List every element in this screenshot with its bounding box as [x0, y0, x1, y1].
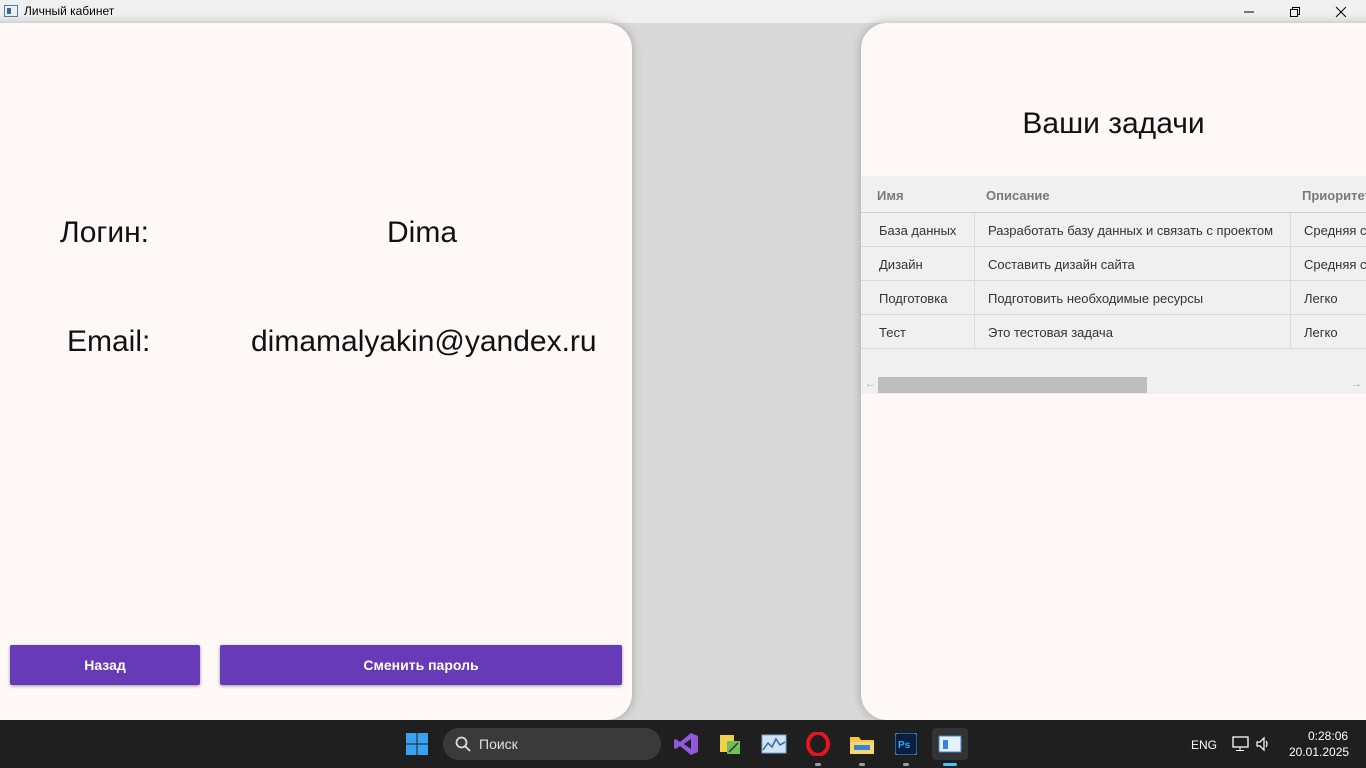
folder-icon	[850, 737, 874, 754]
minimize-icon	[1244, 11, 1254, 12]
running-indicator	[815, 763, 821, 766]
cell-divider	[1290, 281, 1291, 315]
windows-icon	[406, 733, 428, 755]
cell-divider	[1290, 315, 1291, 349]
running-indicator	[859, 763, 865, 766]
window-titlebar: Личный кабинет	[0, 0, 1366, 23]
close-icon	[1335, 6, 1347, 17]
scrollbar-thumb[interactable]	[878, 377, 1147, 393]
opera-icon	[806, 732, 830, 756]
performance-monitor-icon	[761, 734, 787, 754]
taskbar-editor-app[interactable]	[714, 728, 746, 760]
restore-button[interactable]	[1272, 0, 1318, 23]
table-row[interactable]: Тест Это тестовая задача Легко	[861, 315, 1366, 349]
svg-text:Ps: Ps	[898, 740, 911, 751]
table-header: Имя Описание Приоритет	[861, 176, 1366, 213]
cell-divider	[974, 213, 975, 247]
minimize-button[interactable]	[1226, 0, 1272, 23]
column-header-name[interactable]: Имя	[877, 188, 904, 203]
start-button[interactable]	[401, 728, 433, 760]
photoshop-icon: Ps	[895, 733, 917, 755]
network-icon[interactable]	[1232, 736, 1250, 752]
tasks-table: Имя Описание Приоритет База данных Разра…	[861, 176, 1366, 394]
language-indicator[interactable]: ENG	[1191, 738, 1217, 752]
cell-divider	[974, 281, 975, 315]
taskbar-current-app[interactable]	[932, 728, 968, 766]
email-value: dimamalyakin@yandex.ru	[251, 325, 597, 358]
volume-icon[interactable]	[1256, 736, 1272, 752]
close-button[interactable]	[1318, 0, 1364, 23]
task-name: Подготовка	[879, 291, 948, 306]
clock-date[interactable]: 20.01.2025	[1289, 745, 1349, 759]
back-button[interactable]: Назад	[10, 645, 200, 685]
table-row[interactable]: Дизайн Составить дизайн сайта Средняя сл	[861, 247, 1366, 281]
restore-icon	[1290, 6, 1300, 17]
search-placeholder: Поиск	[479, 736, 518, 752]
task-name: Тест	[879, 325, 906, 340]
cell-divider	[974, 315, 975, 349]
scroll-right-icon[interactable]: →	[1351, 378, 1362, 390]
change-password-button[interactable]: Сменить пароль	[220, 645, 622, 685]
active-indicator	[943, 763, 957, 766]
taskbar-opera[interactable]	[802, 728, 834, 766]
scroll-left-icon[interactable]: ←	[865, 378, 876, 390]
task-priority: Легко	[1304, 291, 1338, 306]
task-description: Это тестовая задача	[988, 325, 1113, 340]
taskbar-file-explorer[interactable]	[846, 728, 878, 766]
cell-divider	[1290, 213, 1291, 247]
search-icon	[455, 736, 471, 752]
tasks-title: Ваши задачи	[1022, 107, 1205, 140]
column-header-priority[interactable]: Приоритет	[1302, 188, 1366, 203]
running-indicator	[903, 763, 909, 766]
table-row[interactable]: База данных Разработать базу данных и св…	[861, 213, 1366, 247]
task-priority: Легко	[1304, 325, 1338, 340]
taskbar-search[interactable]: Поиск	[443, 728, 661, 760]
editor-app-icon	[720, 735, 740, 754]
clock-time[interactable]: 0:28:06	[1308, 729, 1348, 743]
table-row[interactable]: Подготовка Подготовить необходимые ресур…	[861, 281, 1366, 315]
taskbar-monitor-app[interactable]	[758, 728, 790, 760]
login-value: Dima	[387, 216, 458, 249]
task-description: Подготовить необходимые ресурсы	[988, 291, 1204, 306]
task-priority: Средняя сл	[1304, 223, 1366, 238]
taskbar: Поиск Ps ENG 0:28:06 20.01.2025	[0, 720, 1366, 768]
task-name: База данных	[879, 223, 957, 238]
taskbar-visual-studio[interactable]	[670, 728, 702, 760]
app-icon	[4, 5, 18, 17]
cell-divider	[1290, 247, 1291, 281]
horizontal-scrollbar[interactable]: ← →	[861, 376, 1366, 394]
taskbar-photoshop[interactable]: Ps	[890, 728, 922, 766]
profile-panel: Логин: Dima Email: dimamalyakin@yandex.r…	[0, 23, 632, 720]
column-header-description[interactable]: Описание	[986, 188, 1050, 203]
login-label: Логин:	[60, 216, 149, 249]
email-label: Email:	[67, 325, 151, 358]
visual-studio-icon	[674, 733, 698, 755]
task-description: Составить дизайн сайта	[988, 257, 1135, 272]
task-priority: Средняя сл	[1304, 257, 1366, 272]
window-title: Личный кабинет	[24, 4, 115, 18]
task-description: Разработать базу данных и связать с прое…	[988, 223, 1274, 238]
app-window-icon	[938, 735, 962, 753]
cell-divider	[974, 247, 975, 281]
tasks-panel: Ваши задачи Имя Описание Приоритет База …	[861, 23, 1366, 720]
task-name: Дизайн	[879, 257, 923, 272]
